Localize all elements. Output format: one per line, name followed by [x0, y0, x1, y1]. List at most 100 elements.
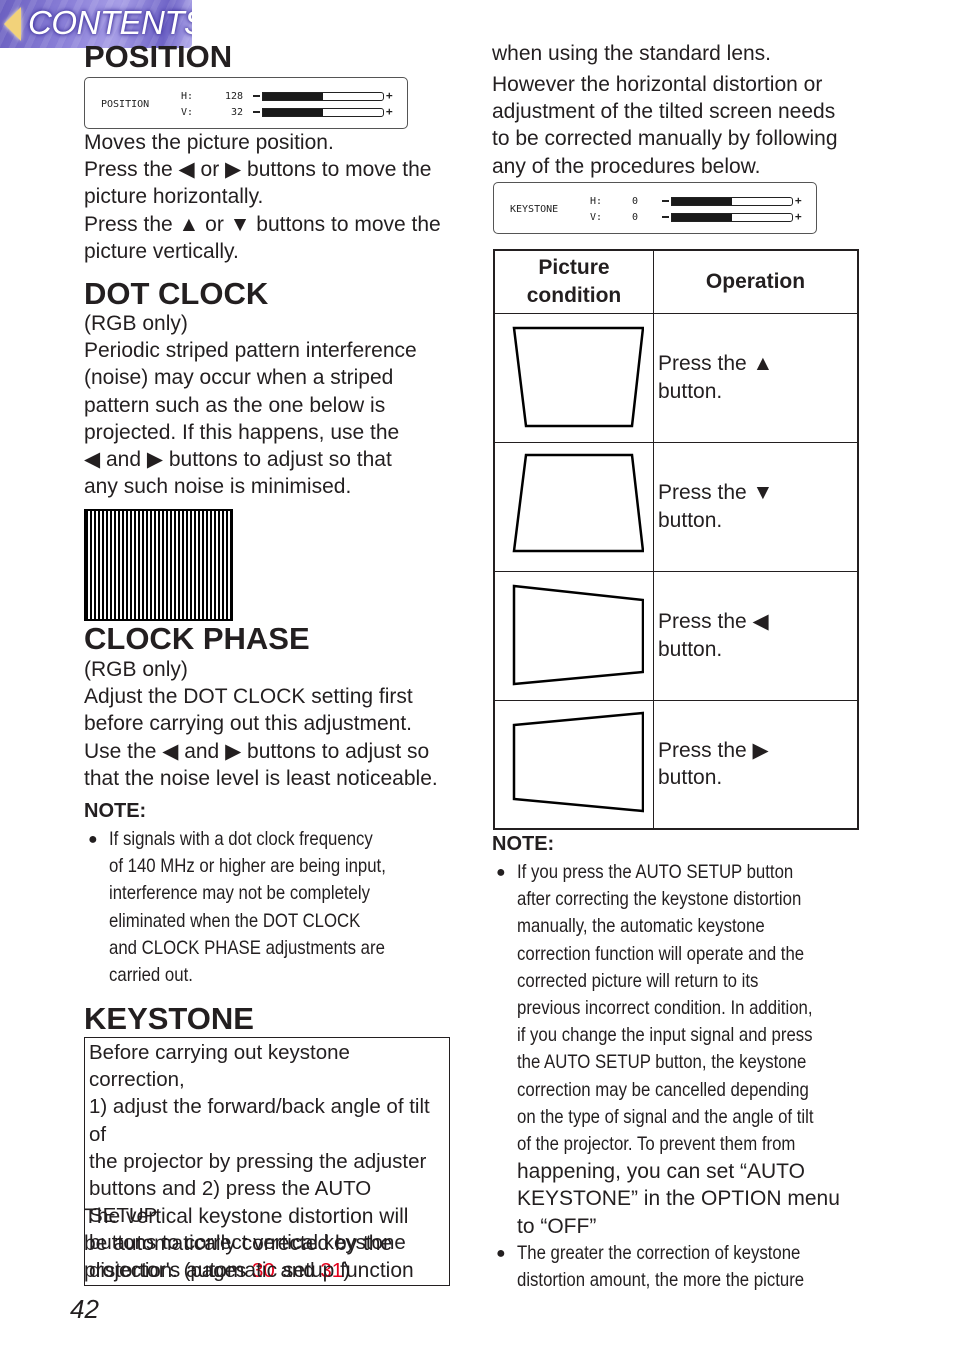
osd-value: 0 — [631, 195, 638, 207]
keystone-v-slider[interactable] — [671, 212, 793, 222]
picture-cell — [493, 699, 654, 830]
text-line: previous incorrect condition. In additio… — [517, 997, 813, 1020]
note-heading: NOTE: — [84, 800, 147, 822]
text-line: corrected picture will return to its — [517, 969, 759, 992]
position-description: Moves the picture position. Press the ◀ … — [84, 129, 464, 265]
text-line: Press the ◀ or ▶ buttons to move the — [84, 158, 432, 182]
text-line: Press the ▲ or ▼ buttons to move the — [84, 212, 441, 236]
plus-icon: + — [795, 210, 802, 223]
picture-cell — [493, 312, 654, 443]
text-line: of the projector. To prevent them from — [517, 1133, 796, 1156]
text-line: on the type of signal and the angle of t… — [517, 1105, 814, 1128]
wide-bottom-trapezoid-icon — [512, 453, 645, 553]
text-line: of 140 MHz or higher are being input, — [109, 855, 386, 878]
osd-key: V: — [590, 211, 603, 223]
keystone-table: Picture condition Operation Press the ▲ … — [493, 249, 859, 830]
text-line: However the horizontal distortion or — [492, 73, 823, 96]
osd-value: 32 — [230, 106, 243, 118]
text-line: Moves the picture position. — [84, 131, 334, 154]
osd-key: H: — [590, 195, 603, 207]
text-line: button. — [658, 766, 723, 790]
position-h-slider[interactable] — [262, 91, 384, 101]
header-text: Picture — [538, 255, 610, 279]
keystone-osd: KEYSTONE H: 0 + V: 0 + — [493, 182, 817, 234]
picture-cell — [493, 570, 654, 701]
text-line: interference may not be completely — [109, 882, 371, 905]
tall-left-trapezoid-icon — [512, 584, 645, 686]
text-line: be automatically corrected by the — [84, 1232, 393, 1256]
text-line: button. — [658, 379, 723, 403]
operation-cell: Press the ▲ button. — [653, 312, 859, 443]
clock-phase-description: (RGB only) Adjust the DOT CLOCK setting … — [84, 656, 464, 792]
table-header-row: Picture condition Operation — [493, 249, 859, 314]
osd-key: V: — [181, 106, 194, 118]
text-line: ◀ and ▶ buttons to adjust so that — [84, 448, 392, 472]
text-line: carried out. — [109, 964, 193, 987]
text-line: 1) adjust the forward/back angle of tilt… — [89, 1095, 430, 1146]
position-v-slider[interactable] — [262, 107, 384, 117]
slider-fill — [263, 92, 323, 100]
text-line: projector's automatic setup function — [84, 1259, 414, 1283]
keystone-heading: KEYSTONE — [84, 1001, 254, 1036]
minus-icon — [662, 216, 669, 218]
text-line: any of the procedures below. — [492, 154, 761, 178]
text-line: and CLOCK PHASE adjustments are — [109, 936, 385, 959]
position-osd: POSITION H: 128 + V: 32 + — [84, 77, 408, 129]
osd-row-v: V: 32 + — [181, 106, 393, 118]
text-line: Adjust the DOT CLOCK setting first — [84, 685, 413, 709]
table-row: Press the ◀ button. — [493, 570, 859, 701]
osd-value: 0 — [631, 211, 638, 223]
text-line: any such noise is minimised. — [84, 475, 352, 499]
text-line: the AUTO SETUP button, the keystone — [517, 1051, 807, 1074]
keystone-notes: ● If you press the AUTO SETUP button aft… — [492, 859, 872, 1294]
text-line: pattern such as the one below is — [84, 393, 386, 417]
keystone-continued-1: when using the standard lens. — [492, 40, 872, 67]
note-item: ● If you press the AUTO SETUP button aft… — [492, 859, 872, 1240]
osd-key: H: — [181, 90, 194, 102]
minus-icon — [662, 200, 669, 202]
subtitle: (RGB only) — [84, 658, 188, 681]
slider-fill — [672, 213, 732, 221]
text-line: If signals with a dot clock frequency — [109, 828, 373, 850]
clock-phase-heading: CLOCK PHASE — [84, 621, 310, 656]
osd-value: 128 — [224, 90, 243, 102]
minus-icon — [253, 95, 260, 97]
position-heading: POSITION — [84, 39, 233, 74]
note-item: ● The greater the correction of keystone… — [492, 1240, 872, 1294]
text-line: button. — [658, 637, 723, 661]
text-line: to be corrected manually by following — [492, 127, 838, 151]
text-line: adjustment of the tilted screen needs — [492, 100, 836, 124]
bullet-icon: ● — [496, 1244, 506, 1262]
dot-clock-description: (RGB only) Periodic striped pattern inte… — [84, 310, 464, 500]
text-line: KEYSTONE” in the OPTION menu — [517, 1187, 840, 1211]
text-line: distortion amount, the more the picture — [517, 1269, 805, 1292]
text-line: (noise) may occur when a striped — [84, 366, 394, 390]
text-line: Press the ◀ — [658, 610, 769, 634]
text-line: if you change the input signal and press — [517, 1024, 813, 1047]
text-line: correction may be cancelled depending — [517, 1078, 809, 1101]
text-line: after correcting the keystone distortion — [517, 888, 802, 911]
text-line: Periodic striped pattern interference — [84, 339, 417, 363]
table-row: Press the ▶ button. — [493, 699, 859, 830]
dot-clock-heading: DOT CLOCK — [84, 276, 269, 311]
text-line: happening, you can set “AUTO — [517, 1160, 805, 1184]
keystone-h-slider[interactable] — [671, 196, 793, 206]
plus-icon: + — [386, 89, 393, 102]
text-line: Press the ▼ — [658, 481, 774, 505]
table-row: Press the ▼ button. — [493, 441, 859, 572]
text-line: The vertical keystone distortion will — [84, 1205, 409, 1228]
bullet-icon: ● — [88, 831, 98, 848]
text-line: The greater the correction of keystone — [517, 1241, 801, 1264]
clock-phase-notes: ● If signals with a dot clock frequency … — [84, 826, 464, 989]
operation-cell: Press the ▶ button. — [653, 699, 859, 830]
text-line: Press the ▲ — [658, 352, 774, 376]
text-line: picture horizontally. — [84, 185, 264, 209]
text-line: that the noise level is least noticeable… — [84, 766, 438, 790]
osd-label: POSITION — [101, 99, 150, 110]
header-operation: Operation — [653, 249, 859, 314]
minus-icon — [253, 111, 260, 113]
osd-label: KEYSTONE — [510, 204, 559, 215]
subtitle: (RGB only) — [84, 312, 188, 335]
operation-cell: Press the ▼ button. — [653, 441, 859, 572]
page-number: 42 — [70, 1294, 99, 1324]
